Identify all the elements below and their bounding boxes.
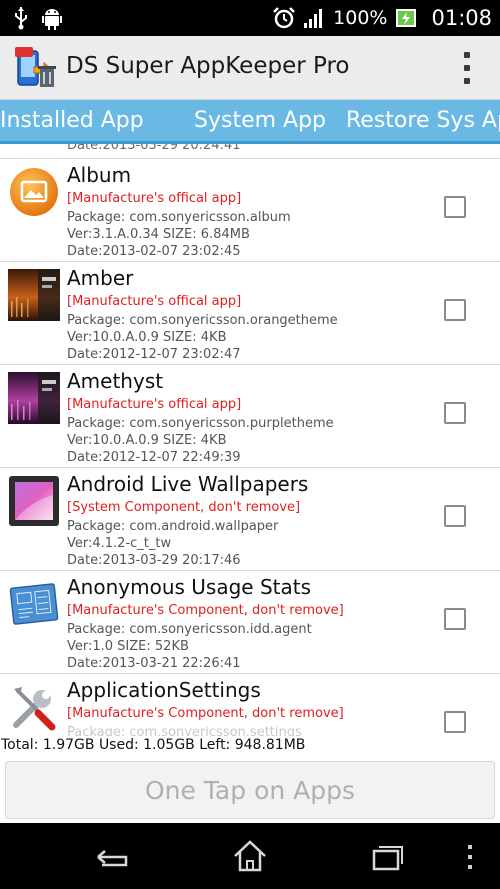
overflow-dot — [464, 78, 470, 84]
app-name: Anonymous Usage Stats — [67, 575, 312, 599]
app-package: Package: com.sonyericsson.purpletheme — [67, 416, 334, 431]
select-checkbox[interactable] — [444, 299, 466, 321]
app-tag: [Manufacture's offical app] — [67, 191, 242, 206]
signal-icon — [304, 9, 323, 28]
select-checkbox[interactable] — [444, 505, 466, 527]
tools-icon — [13, 687, 56, 731]
app-package: Package: com.sonyericsson.idd.agent — [67, 622, 312, 637]
list-item[interactable]: ApplicationSettings [Manufacture's Compo… — [0, 674, 500, 736]
status-left-icons — [14, 6, 62, 30]
storage-summary: Total: 1.97GB Used: 1.05GB Left: 948.81M… — [1, 737, 306, 753]
select-checkbox[interactable] — [444, 608, 466, 630]
overflow-dot — [464, 65, 470, 71]
clock: 01:08 — [431, 6, 492, 30]
app-date: Date:2013-02-07 23:02:45 — [67, 244, 241, 259]
partial-row-date: Date:2013-03-29 20:24:41 — [67, 144, 241, 153]
tab-bar: Installed App System App Restore Sys App — [0, 100, 500, 144]
amethyst-theme-icon — [8, 372, 60, 424]
app-package: Package: com.sonyericsson.orangetheme — [67, 313, 338, 328]
app-tag: [Manufacture's Component, don't remove] — [67, 603, 344, 618]
action-bar: DS Super AppKeeper Pro — [0, 36, 500, 100]
app-tag: [Manufacture's offical app] — [67, 397, 242, 412]
app-version: Ver:1.0 SIZE: 52KB — [67, 639, 189, 654]
app-version: Ver:3.1.A.0.34 SIZE: 6.84MB — [67, 227, 250, 242]
app-name: Amethyst — [67, 369, 164, 393]
menu-icon[interactable] — [466, 845, 474, 869]
app-tag: [System Component, don't remove] — [67, 500, 301, 515]
usb-icon — [15, 7, 27, 30]
select-checkbox[interactable] — [444, 711, 466, 733]
menu-dot — [468, 855, 472, 859]
list-item[interactable]: Android Live Wallpapers [System Componen… — [0, 468, 500, 571]
status-right-icons: 100% 01:08 — [273, 0, 492, 36]
app-name: ApplicationSettings — [67, 678, 261, 702]
status-bar: 100% 01:08 — [0, 0, 500, 36]
app-date: Date:2013-03-29 20:17:46 — [67, 553, 241, 568]
app-name: Amber — [67, 266, 134, 290]
back-icon[interactable] — [92, 837, 132, 875]
list-item[interactable]: Anonymous Usage Stats [Manufacture's Com… — [0, 571, 500, 674]
app-version: Ver:10.0.A.0.9 SIZE: 4KB — [67, 433, 227, 448]
battery-charging-icon — [396, 9, 417, 27]
app-list[interactable]: Date:2013-03-29 20:24:41 Album [Manufact… — [0, 144, 500, 736]
list-item[interactable]: Amber [Manufacture's offical app] Packag… — [0, 262, 500, 365]
app-name: Android Live Wallpapers — [67, 472, 309, 496]
recent-apps-icon[interactable] — [368, 837, 408, 875]
tab-restore-sys-app[interactable]: Restore Sys App — [346, 108, 500, 133]
app-logo-icon[interactable] — [14, 45, 60, 91]
alarm-icon — [273, 7, 296, 29]
menu-dot — [468, 865, 472, 869]
list-item[interactable]: Amethyst [Manufacture's offical app] Pac… — [0, 365, 500, 468]
app-title: DS Super AppKeeper Pro — [66, 53, 350, 79]
app-date: Date:2012-12-07 23:02:47 — [67, 347, 241, 362]
app-name: Album — [67, 163, 132, 187]
app-version: Ver:4.1.2-c_t_tw — [67, 536, 172, 551]
select-checkbox[interactable] — [444, 402, 466, 424]
one-tap-button[interactable]: One Tap on Apps — [5, 761, 495, 819]
amber-theme-icon — [8, 269, 60, 321]
app-date: Date:2012-12-07 22:49:39 — [67, 450, 241, 465]
live-wallpaper-icon — [9, 476, 59, 526]
android-debug-icon — [42, 9, 62, 30]
list-item[interactable]: Album [Manufacture's offical app] Packag… — [0, 159, 500, 262]
select-checkbox[interactable] — [444, 196, 466, 218]
battery-percent: 100% — [333, 7, 388, 29]
nav-bar — [0, 823, 500, 889]
app-tag: [Manufacture's Component, don't remove] — [67, 706, 344, 721]
menu-dot — [468, 845, 472, 849]
overflow-dot — [464, 52, 470, 58]
blueprint-icon — [9, 583, 59, 625]
app-tag: [Manufacture's offical app] — [67, 294, 242, 309]
tab-installed-app[interactable]: Installed App — [0, 108, 144, 133]
app-package: Package: com.sonyericsson.album — [67, 210, 291, 225]
app-version: Ver:10.0.A.0.9 SIZE: 4KB — [67, 330, 227, 345]
app-package: Package: com.android.wallpaper — [67, 519, 279, 534]
app-package: Package: com.sonyericsson.settings — [67, 725, 302, 736]
overflow-menu-icon[interactable] — [460, 52, 474, 84]
tab-system-app[interactable]: System App — [194, 108, 326, 133]
album-icon — [10, 168, 58, 216]
app-date: Date:2013-03-21 22:26:41 — [67, 656, 241, 671]
home-icon[interactable] — [230, 837, 270, 875]
